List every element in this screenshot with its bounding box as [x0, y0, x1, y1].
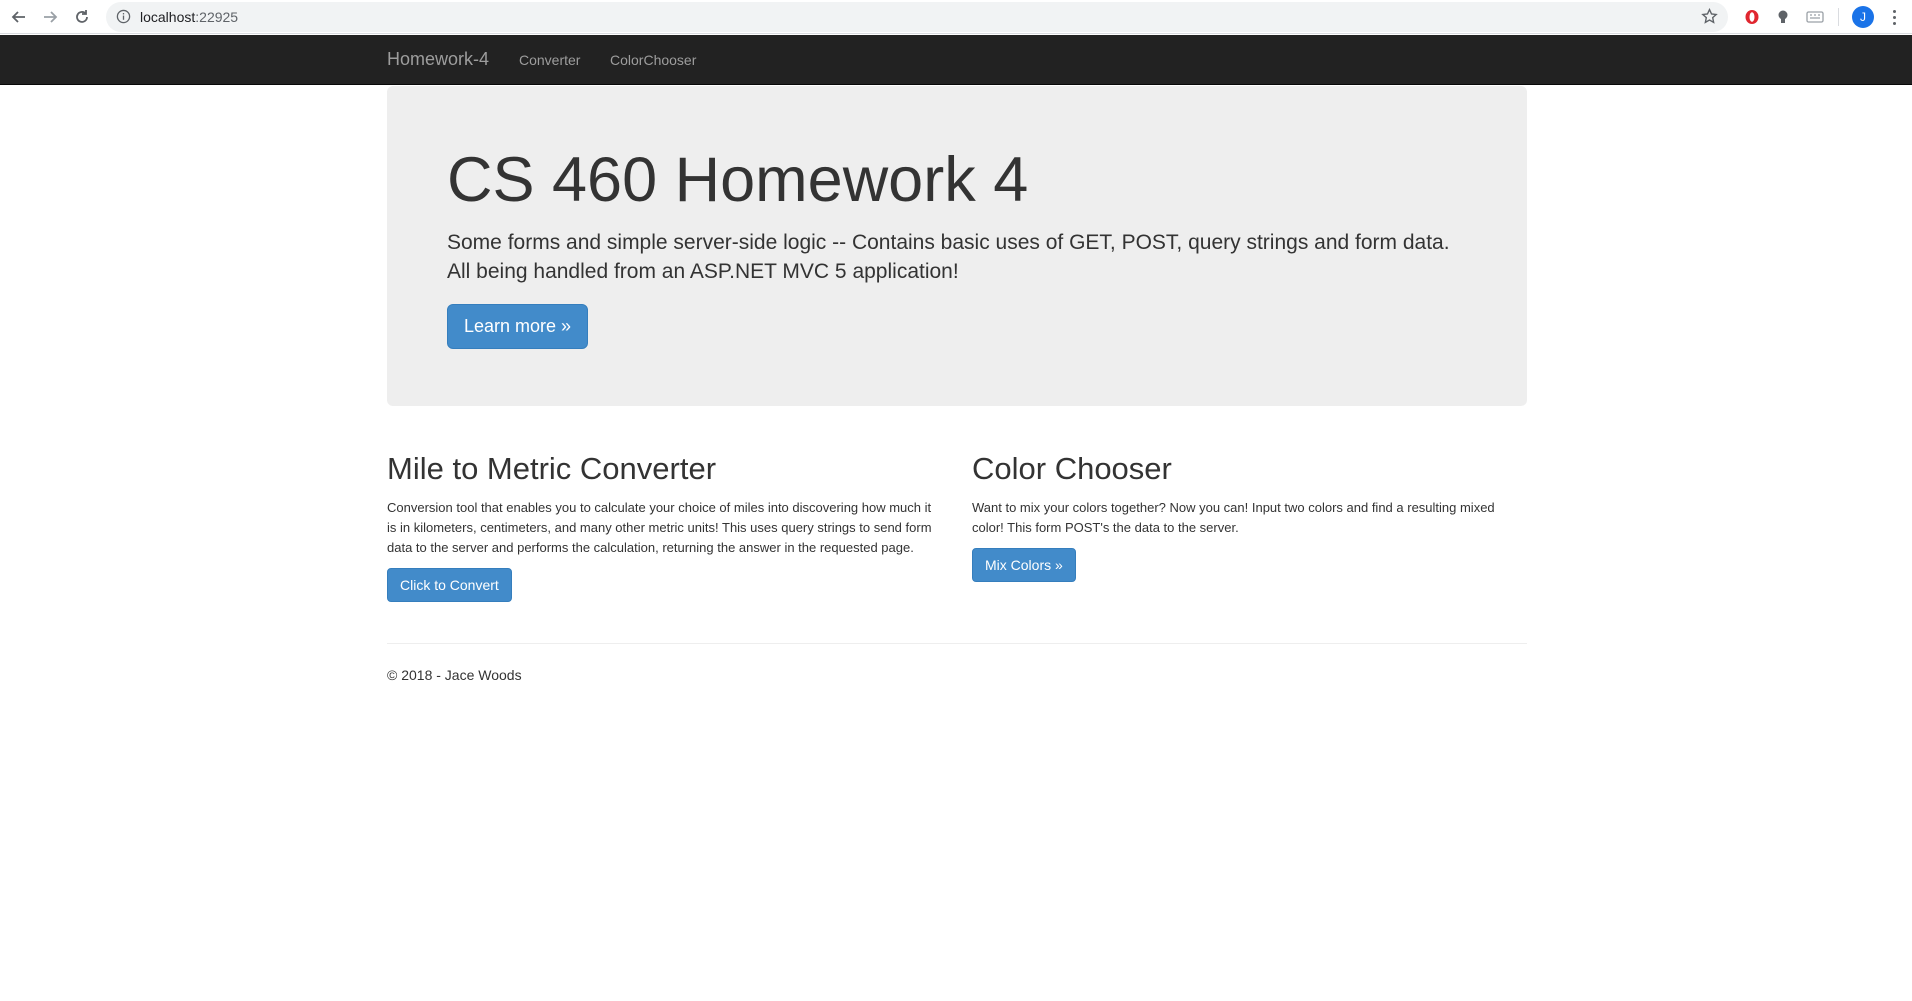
converter-description: Conversion tool that enables you to calc… [387, 500, 932, 556]
site-navbar: Homework-4 Converter ColorChooser [0, 35, 1912, 85]
reload-button[interactable] [69, 4, 95, 30]
url-host: localhost [140, 9, 196, 25]
reload-icon [76, 10, 88, 23]
nav-link-converter[interactable]: Converter [519, 52, 580, 68]
browser-menu-icon[interactable] [1886, 6, 1902, 28]
color-chooser-description: Want to mix your colors together? Now yo… [972, 500, 1495, 536]
click-to-convert-button[interactable]: Click to Convert [387, 568, 512, 603]
footer-copyright: © 2018 - Jace Woods [387, 667, 522, 683]
back-button[interactable] [6, 4, 32, 30]
url-port: :22925 [195, 9, 239, 25]
hero-jumbotron: CS 460 Homework 4 Some forms and simple … [387, 86, 1527, 406]
mix-colors-button[interactable]: Mix Colors » [972, 548, 1076, 583]
arrow-left-icon [11, 11, 25, 23]
address-bar[interactable]: localhost:22925 [106, 2, 1728, 32]
lightbulb-extension-icon[interactable] [1772, 6, 1794, 28]
color-chooser-section: Color Chooser Want to mix your colors to… [972, 451, 1527, 583]
footer-divider [387, 643, 1527, 644]
hero-lead-text: Some forms and simple server-side logic … [447, 231, 1450, 283]
bookmark-star-icon[interactable] [1701, 7, 1718, 30]
profile-avatar[interactable]: J [1852, 6, 1874, 28]
opera-extension-icon[interactable] [1741, 6, 1763, 28]
toolbar-separator [1838, 8, 1839, 26]
color-chooser-heading: Color Chooser [972, 451, 1172, 486]
converter-section: Mile to Metric Converter Conversion tool… [387, 451, 942, 603]
navbar-brand[interactable]: Homework-4 [387, 49, 489, 70]
url-text: localhost:22925 [140, 9, 238, 25]
nav-link-colorchooser[interactable]: ColorChooser [610, 52, 696, 68]
page-title: CS 460 Homework 4 [447, 145, 1029, 215]
arrow-right-icon [44, 11, 58, 23]
forward-button[interactable] [37, 4, 63, 30]
info-icon[interactable] [116, 9, 131, 29]
browser-toolbar: localhost:22925 J [0, 0, 1912, 34]
learn-more-button[interactable]: Learn more » [447, 304, 589, 349]
keyboard-extension-icon[interactable] [1804, 6, 1826, 28]
converter-heading: Mile to Metric Converter [387, 451, 717, 486]
